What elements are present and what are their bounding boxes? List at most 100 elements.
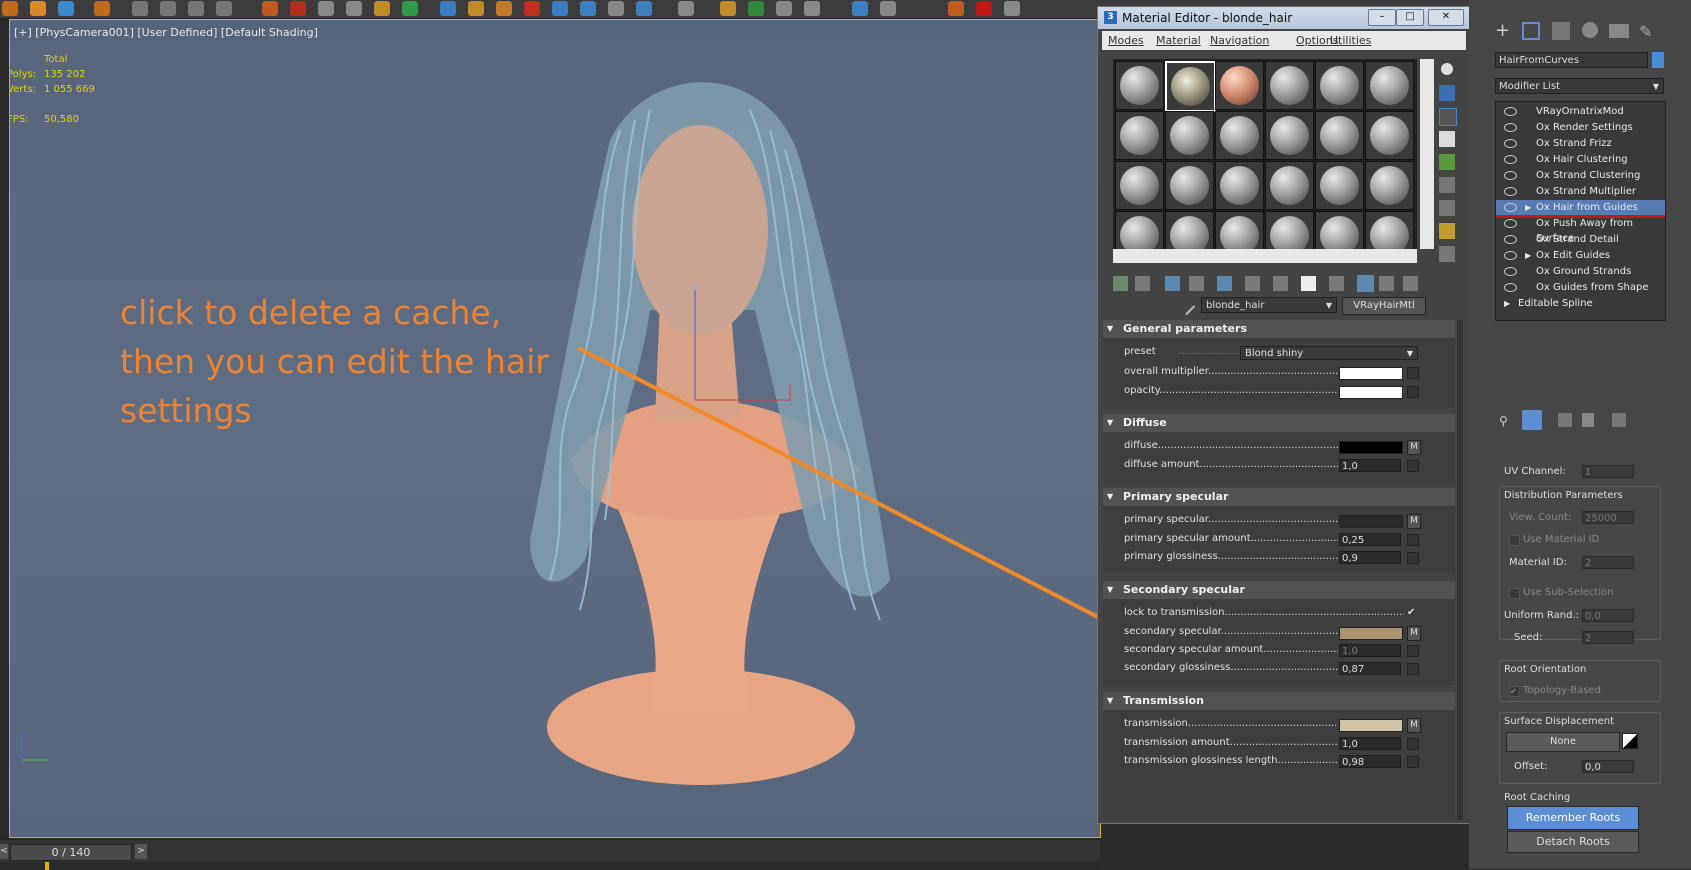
view-count-spinner[interactable]: 25000 <box>1582 511 1634 524</box>
tree-icon[interactable] <box>748 1 764 16</box>
make-unique-icon[interactable] <box>1245 276 1260 291</box>
primary-glossiness-map-slot[interactable] <box>1407 552 1419 564</box>
render-frame-icon[interactable] <box>58 1 74 16</box>
sample-slot[interactable] <box>1265 61 1314 110</box>
eye-icon[interactable] <box>1504 139 1517 148</box>
modifier-icon[interactable] <box>524 1 540 16</box>
eye-icon[interactable] <box>1504 187 1517 196</box>
minimize-icon[interactable]: – <box>1368 9 1396 26</box>
transmission-gloss-length-spinner[interactable]: 0,98 <box>1339 755 1401 768</box>
make-unique-icon[interactable] <box>1558 413 1572 427</box>
material-navigator-icon[interactable] <box>1439 246 1455 262</box>
pause-icon[interactable] <box>160 1 176 16</box>
rollout-general-header[interactable]: ▼ General parameters <box>1103 320 1455 338</box>
sample-slot[interactable] <box>1315 61 1364 110</box>
modifier-item[interactable]: Ox Hair Clustering <box>1496 152 1665 167</box>
modifier-item[interactable]: Ox Push Away from Surface <box>1496 216 1665 244</box>
camera-icon[interactable] <box>440 1 456 16</box>
lock-to-transmission-checkbox[interactable]: ✔ <box>1407 607 1415 618</box>
diffuse-map-button[interactable]: M <box>1407 440 1421 455</box>
opacity-map-slot[interactable] <box>1407 386 1419 398</box>
eyedropper-icon[interactable] <box>1176 296 1196 316</box>
detach-roots-button[interactable]: Detach Roots <box>1507 831 1639 853</box>
modify-tab-icon[interactable] <box>1522 22 1540 40</box>
close-icon[interactable]: ✕ <box>1428 9 1464 26</box>
sample-slot[interactable] <box>1165 161 1214 210</box>
topology-based-checkbox[interactable]: ✔ <box>1509 686 1520 697</box>
eye-icon[interactable] <box>1504 267 1517 276</box>
sample-slot[interactable] <box>1115 161 1164 210</box>
secondary-amount-spinner[interactable]: 1,0 <box>1339 644 1401 657</box>
key-icon[interactable] <box>94 1 110 16</box>
table-icon[interactable] <box>804 1 820 16</box>
preview-icon[interactable] <box>1439 177 1455 193</box>
object-icon[interactable] <box>468 1 484 16</box>
modifier-item[interactable]: Ox Ground Strands <box>1496 264 1665 279</box>
redshift-icon[interactable] <box>976 1 992 16</box>
make-copy-icon[interactable] <box>1217 276 1232 291</box>
sample-slot[interactable] <box>1265 111 1314 160</box>
show-end-result-icon[interactable] <box>1357 275 1374 292</box>
primary-glossiness-spinner[interactable]: 0,9 <box>1339 551 1401 564</box>
transmission-map-button[interactable]: M <box>1407 718 1421 733</box>
menu-material[interactable]: Material <box>1156 34 1201 47</box>
list-icon[interactable] <box>880 1 896 16</box>
uv-channel-spinner[interactable]: 1 <box>1582 465 1634 478</box>
display-tab-icon[interactable] <box>1609 24 1629 38</box>
world-icon[interactable] <box>552 1 568 16</box>
script-icon[interactable] <box>852 1 868 16</box>
rollout-secondary-header[interactable]: ▼ Secondary specular <box>1103 581 1455 599</box>
put-to-scene-icon[interactable] <box>1135 276 1150 291</box>
trash-icon[interactable] <box>216 1 232 16</box>
tools-icon[interactable] <box>346 1 362 16</box>
maximize-icon[interactable]: □ <box>1396 9 1424 26</box>
select-by-material-icon[interactable] <box>1439 223 1455 239</box>
expand-icon[interactable]: ▶ <box>1504 296 1510 311</box>
expand-icon[interactable]: ▶ <box>1525 248 1531 263</box>
modifier-item[interactable]: Ox Strand Detail <box>1496 232 1665 247</box>
layers-icon[interactable] <box>948 1 964 16</box>
teapot-icon[interactable] <box>2 1 18 16</box>
overall-multiplier-map-slot[interactable] <box>1407 367 1419 379</box>
displacement-swatch-icon[interactable] <box>1622 733 1638 749</box>
material-type-button[interactable]: VRayHairMtl <box>1342 297 1426 315</box>
sample-slot[interactable] <box>1365 61 1414 110</box>
transmission-amount-map-slot[interactable] <box>1407 738 1419 750</box>
displacement-map-button[interactable]: None <box>1506 732 1620 752</box>
use-material-id-checkbox[interactable] <box>1509 535 1520 546</box>
eye-icon[interactable] <box>1504 219 1517 228</box>
sample-slot[interactable] <box>1315 161 1364 210</box>
preset-dropdown[interactable]: Blond shiny ▼ <box>1240 346 1418 360</box>
modifier-item[interactable]: Ox Strand Multiplier <box>1496 184 1665 199</box>
expand-icon[interactable]: ▶ <box>1525 200 1531 215</box>
settings-icon[interactable] <box>318 1 334 16</box>
secondary-amount-map-slot[interactable] <box>1407 645 1419 657</box>
transmission-gloss-length-map-slot[interactable] <box>1407 756 1419 768</box>
diffuse-swatch[interactable] <box>1339 441 1403 454</box>
eye-icon[interactable] <box>1504 123 1517 132</box>
modifier-item[interactable]: ▶ Editable Spline <box>1496 296 1665 311</box>
secondary-specular-swatch[interactable] <box>1339 627 1403 640</box>
create-tab-icon[interactable]: + <box>1495 22 1513 40</box>
secondary-glossiness-spinner[interactable]: 0,87 <box>1339 662 1401 675</box>
options-icon[interactable] <box>1439 200 1455 216</box>
transmission-swatch[interactable] <box>1339 719 1403 732</box>
time-slider[interactable]: 0 / 140 <box>10 844 132 861</box>
slots-vertical-scrollbar[interactable] <box>1420 59 1434 249</box>
configure-sets-icon[interactable] <box>1612 413 1626 427</box>
material-name-field[interactable]: blonde_hair ▼ <box>1201 297 1337 313</box>
material-icon[interactable] <box>262 1 278 16</box>
object-color-swatch[interactable] <box>1652 52 1664 68</box>
timeline-next[interactable]: > <box>135 844 147 859</box>
get-material-icon[interactable] <box>1113 276 1128 291</box>
assign-material-icon[interactable] <box>1165 276 1180 291</box>
modifier-list-dropdown[interactable]: Modifier List ▼ <box>1495 78 1664 94</box>
menu-navigation[interactable]: Navigation <box>1210 34 1269 47</box>
eye-icon[interactable] <box>1504 203 1517 212</box>
image-icon[interactable] <box>608 1 624 16</box>
show-end-result-toggle[interactable] <box>1522 410 1542 430</box>
use-subselection-checkbox[interactable] <box>1509 588 1520 599</box>
viewport[interactable]: [+] [PhysCamera001] [User Defined] [Defa… <box>9 19 1101 838</box>
eye-icon[interactable] <box>1504 155 1517 164</box>
secondary-glossiness-map-slot[interactable] <box>1407 663 1419 675</box>
